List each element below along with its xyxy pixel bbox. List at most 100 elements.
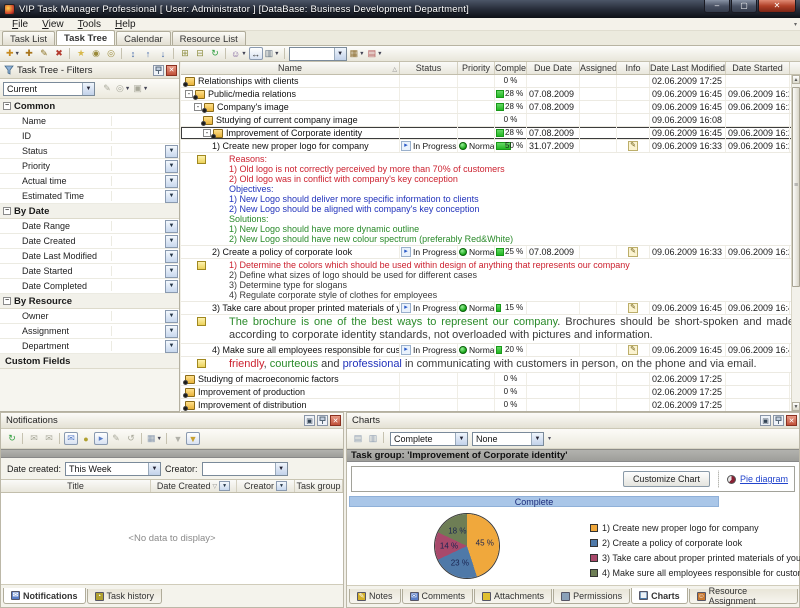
notif-column-title[interactable]: Title	[1, 480, 151, 492]
filter-row-owner[interactable]: Owner▼	[0, 309, 179, 324]
new-filter-icon[interactable]: ★	[74, 47, 88, 60]
notif-column-creator[interactable]: Creator▼	[237, 480, 295, 492]
move-down-icon[interactable]: ↓	[156, 47, 170, 60]
assign-resource-icon[interactable]: ☺▼	[230, 47, 248, 60]
tab-comments[interactable]: ✉Comments	[402, 589, 474, 604]
tab-task-history[interactable]: ◔Task history	[87, 589, 163, 604]
filter-section-by-resource[interactable]: −By Resource	[0, 294, 179, 309]
complete-task-icon[interactable]: ◉	[89, 47, 103, 60]
chevron-down-icon[interactable]: ▼	[241, 51, 246, 57]
menu-item-help[interactable]: Help	[109, 19, 142, 30]
scroll-up-icon[interactable]: ▲	[792, 75, 800, 84]
filter-preset-combo[interactable]: Current▼	[3, 82, 95, 96]
tab-resource-assignment[interactable]: ☺Resource Assignment	[689, 589, 798, 604]
menu-item-tools[interactable]: Tools	[72, 19, 107, 30]
refresh-notifications-icon[interactable]: ↻	[5, 432, 19, 445]
tab-attachments[interactable]: Attachments	[474, 589, 552, 604]
minimize-button[interactable]: ‒	[704, 0, 730, 13]
filter-section-common[interactable]: −Common	[0, 99, 179, 114]
collapse-icon[interactable]: −	[3, 102, 11, 110]
chevron-down-icon[interactable]: ▼	[455, 433, 467, 445]
filter-row-priority[interactable]: Priority▼	[0, 159, 179, 174]
chevron-down-icon[interactable]: ▼	[165, 325, 178, 338]
columns-icon[interactable]: ▦▼	[349, 47, 366, 60]
chevron-down-icon[interactable]: ▼	[165, 175, 178, 188]
filter-row-status[interactable]: Status▼	[0, 144, 179, 159]
task-row[interactable]: Improvement of distribution0 %02.06.2009…	[181, 399, 800, 412]
tab-permissions[interactable]: Permissions	[553, 589, 630, 604]
column-header-due-date[interactable]: Due Date	[527, 62, 580, 74]
add-subtask-icon[interactable]: ✚	[22, 47, 36, 60]
column-header-complete[interactable]: Complete	[495, 62, 527, 74]
new-notification-icon[interactable]: ✉	[27, 432, 41, 445]
vertical-scrollbar[interactable]: ▲ ▼	[791, 75, 800, 411]
task-row[interactable]: -Public/media relations28 %07.08.200909.…	[181, 88, 800, 101]
filter-dropdown-icon[interactable]: ▼	[219, 481, 230, 491]
pin-icon[interactable]	[317, 415, 328, 426]
scroll-down-icon[interactable]: ▼	[792, 402, 800, 411]
task-row[interactable]: -Improvement of Corporate identity28 %07…	[181, 127, 800, 140]
chevron-down-icon[interactable]: ▼	[82, 83, 94, 95]
filter-row-name[interactable]: Name	[0, 114, 179, 129]
task-row[interactable]: 3) Take care about proper printed materi…	[181, 302, 800, 315]
tab-calendar[interactable]: Calendar	[116, 31, 171, 45]
filter-row-estimated-time[interactable]: Estimated Time▼	[0, 189, 179, 204]
move-up-icon[interactable]: ↑	[141, 47, 155, 60]
tree-collapse-icon[interactable]: -	[203, 129, 211, 137]
mark-read-icon[interactable]: ✉	[64, 432, 78, 445]
reopen-task-icon[interactable]: ◎	[104, 47, 118, 60]
customize-chart-button[interactable]: Customize Chart	[623, 471, 710, 487]
export-chart-icon[interactable]: ▥	[366, 432, 380, 445]
reply-icon[interactable]: ✎	[109, 432, 123, 445]
tab-charts[interactable]: ▦Charts	[631, 588, 688, 604]
chart-overlay-combo[interactable]: None▼	[472, 432, 544, 446]
chevron-down-icon[interactable]: ▼	[165, 190, 178, 203]
chevron-down-icon[interactable]: ▼	[359, 51, 364, 57]
chevron-down-icon[interactable]: ▼	[157, 436, 162, 442]
tab-task-list[interactable]: Task List	[2, 31, 55, 45]
save-filter-icon[interactable]: ✎	[100, 82, 114, 95]
print-chart-icon[interactable]: ▤	[351, 432, 365, 445]
tab-notes[interactable]: ✎Notes	[349, 589, 401, 604]
group-by-icon[interactable]: ▦▼	[146, 432, 163, 445]
column-header-date-last-modified[interactable]: Date Last Modified	[650, 62, 726, 74]
column-header-name[interactable]: Name△	[181, 62, 400, 74]
collapse-icon[interactable]: −	[3, 297, 11, 305]
chevron-down-icon[interactable]: ▼	[15, 51, 20, 57]
filter-row-date-started[interactable]: Date Started▼	[0, 264, 179, 279]
pin-icon[interactable]	[153, 65, 164, 76]
edit-task-icon[interactable]: ✎	[37, 47, 51, 60]
chevron-down-icon[interactable]: ▼	[165, 220, 178, 233]
delete-task-icon[interactable]: ✖	[52, 47, 66, 60]
chevron-down-icon[interactable]: ▼	[377, 51, 382, 57]
add-task-icon[interactable]: ✚▼	[5, 47, 21, 60]
filter-row-date-range[interactable]: Date Range▼	[0, 219, 179, 234]
filter-row-department[interactable]: Department▼	[0, 339, 179, 354]
close-panel-icon[interactable]: ✕	[786, 415, 797, 426]
task-row[interactable]: -Company's image28 %07.08.200909.06.2009…	[181, 101, 800, 114]
tab-task-tree[interactable]: Task Tree	[56, 30, 115, 45]
mark-dot-icon[interactable]: ●	[79, 432, 93, 445]
maximize-button[interactable]: ▢	[731, 0, 757, 13]
chevron-down-icon[interactable]: ▼	[143, 86, 148, 92]
filter-row-date-completed[interactable]: Date Completed▼	[0, 279, 179, 294]
fit-columns-icon[interactable]: ↔	[249, 47, 263, 60]
chevron-down-icon[interactable]: ▼	[334, 48, 346, 60]
pie-chart[interactable]: 45 %23 %14 %18 %	[435, 514, 499, 578]
column-header-priority[interactable]: Priority	[458, 62, 495, 74]
print-icon[interactable]: ▤▼	[367, 47, 384, 60]
filter-row-assignment[interactable]: Assignment▼	[0, 324, 179, 339]
chevron-down-icon[interactable]: ▼	[148, 463, 160, 475]
close-filters-icon[interactable]: ✕	[166, 65, 177, 76]
collapse-all-icon[interactable]: ⊟	[193, 47, 207, 60]
chevron-down-icon[interactable]: ▼	[165, 280, 178, 293]
notif-column-task-group[interactable]: Task group	[295, 480, 343, 492]
forward-notification-icon[interactable]: ✉	[42, 432, 56, 445]
mark-unread-icon[interactable]: ▸	[94, 432, 108, 445]
pin-icon[interactable]	[773, 415, 784, 426]
task-row[interactable]: Improvement of production0 %02.06.2009 1…	[181, 386, 800, 399]
task-row[interactable]: Studiyng of macroeconomic factors0 %02.0…	[181, 373, 800, 386]
tab-notifications[interactable]: ✉Notifications	[3, 588, 86, 604]
filter-off-icon[interactable]: ▼	[171, 432, 185, 445]
task-row[interactable]: 4) Make sure all employees responsible f…	[181, 344, 800, 357]
